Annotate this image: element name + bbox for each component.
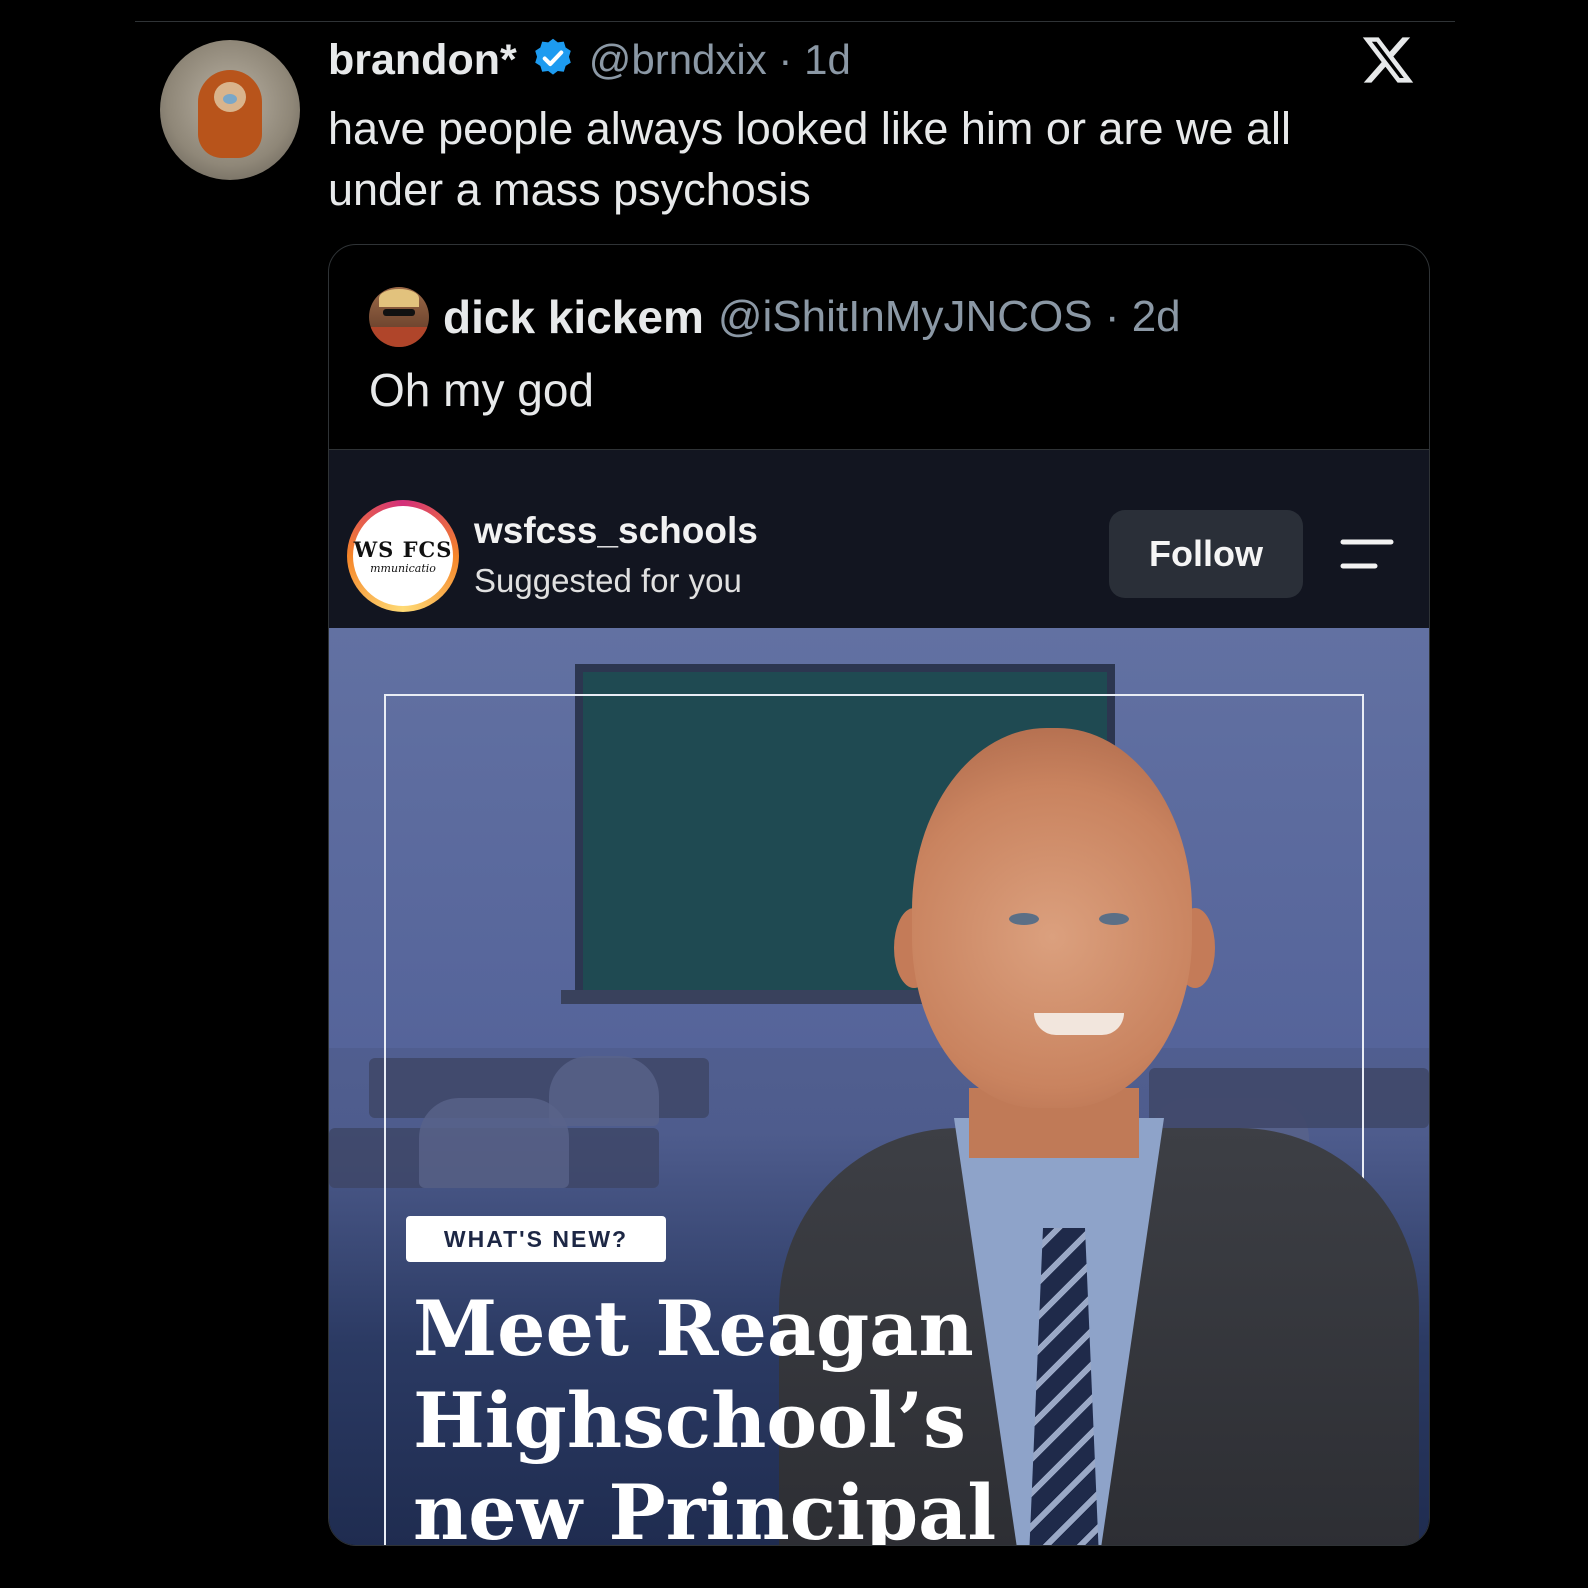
post-image: WHAT'S NEW? Meet Reagan Highschool’s new… xyxy=(329,628,1429,1546)
ig-logo-subtext: mmunicatio xyxy=(370,562,436,575)
ig-suggested-label: Suggested for you xyxy=(474,562,742,599)
tweet-header: brandon* @brndxix · 1d xyxy=(328,30,851,90)
quoted-meta: @iShitInMyJNCOS · 2d xyxy=(718,292,1181,342)
meta-separator: · xyxy=(778,36,793,83)
ig-logo-text: WS FCS xyxy=(353,537,453,562)
author-avatar[interactable] xyxy=(160,40,300,180)
quoted-author-name[interactable]: dick kickem xyxy=(443,290,704,344)
post-headline: Meet Reagan Highschool’s new Principal xyxy=(413,1283,1053,1546)
headline-line-1: Meet Reagan xyxy=(413,1284,974,1373)
smile xyxy=(1034,1013,1124,1035)
ig-account-avatar[interactable]: WS FCS mmunicatio xyxy=(347,500,459,612)
menu-icon[interactable] xyxy=(1339,536,1395,572)
quoted-meta-separator: · xyxy=(1104,292,1120,341)
tweet-age[interactable]: 1d xyxy=(804,36,851,83)
headline-line-2: Highschool’s xyxy=(413,1376,966,1465)
instagram-screenshot[interactable]: WS FCS mmunicatio wsfcss_schools Suggest… xyxy=(329,449,1429,1546)
x-logo-icon xyxy=(1362,37,1414,83)
quoted-tweet-age[interactable]: 2d xyxy=(1132,292,1181,341)
whats-new-badge: WHAT'S NEW? xyxy=(406,1216,666,1262)
top-divider xyxy=(135,21,1455,22)
eye xyxy=(1099,913,1129,925)
avatar-monkey-nose xyxy=(223,94,237,104)
author-name[interactable]: brandon* xyxy=(328,36,517,85)
follow-button[interactable]: Follow xyxy=(1109,510,1303,598)
tweet-text: have people always looked like him or ar… xyxy=(328,103,1292,215)
quoted-tweet-card[interactable]: dick kickem @iShitInMyJNCOS · 2d Oh my g… xyxy=(328,244,1430,1546)
ig-avatar-logo: WS FCS mmunicatio xyxy=(353,506,453,606)
quoted-tweet-text: Oh my god xyxy=(369,364,594,416)
headline-line-3: new Principal xyxy=(413,1468,997,1546)
quoted-avatar-shirt xyxy=(369,327,429,347)
quoted-tweet-header: dick kickem @iShitInMyJNCOS · 2d xyxy=(369,287,1181,347)
tweet-meta: @brndxix · 1d xyxy=(589,36,851,84)
eye xyxy=(1009,913,1039,925)
quoted-author-handle[interactable]: @iShitInMyJNCOS xyxy=(718,292,1093,341)
quoted-avatar-hair xyxy=(379,289,419,307)
quoted-author-avatar[interactable] xyxy=(369,287,429,347)
verified-badge-icon xyxy=(531,36,575,85)
principal-head xyxy=(912,728,1192,1108)
quoted-avatar-glasses xyxy=(383,309,415,316)
ig-username[interactable]: wsfcss_schools xyxy=(474,510,758,552)
author-handle[interactable]: @brndxix xyxy=(589,36,767,83)
